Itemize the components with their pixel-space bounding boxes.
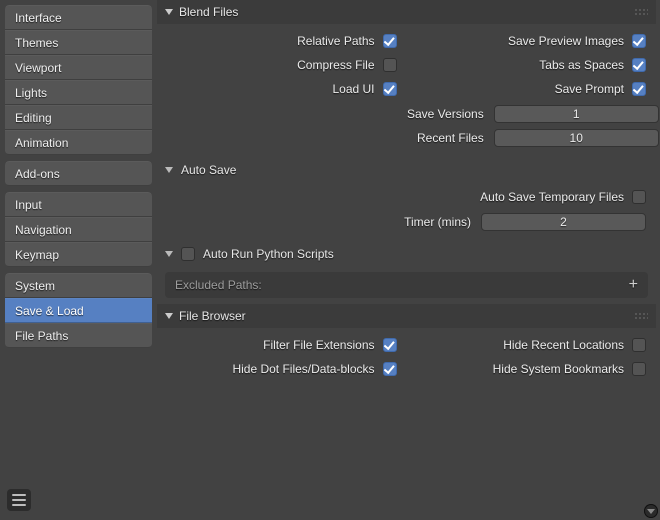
load-ui-checkbox[interactable] — [383, 82, 397, 96]
auto-run-python-checkbox[interactable] — [181, 247, 195, 261]
save-prompt-checkbox[interactable] — [632, 82, 646, 96]
disclosure-triangle-icon — [165, 167, 173, 173]
save-preview-images-checkbox[interactable] — [632, 34, 646, 48]
sidebar-item-editing[interactable]: Editing — [5, 105, 152, 130]
filter-file-extensions-label: Filter File Extensions — [263, 338, 374, 352]
disclosure-triangle-icon — [165, 313, 173, 319]
save-versions-field[interactable]: 1 — [494, 105, 659, 123]
subpanel-title: Auto Save — [181, 163, 236, 177]
panel-title: Blend Files — [179, 5, 238, 19]
load-ui-label: Load UI — [332, 82, 374, 96]
save-prompt-label: Save Prompt — [555, 82, 624, 96]
subpanel-title: Auto Run Python Scripts — [203, 247, 334, 261]
recent-files-field[interactable]: 10 — [494, 129, 659, 147]
hide-dot-files-data-blocks-label: Hide Dot Files/Data-blocks — [232, 362, 374, 376]
add-icon[interactable]: + — [629, 277, 638, 293]
subpanel-auto-save-header[interactable]: Auto Save — [157, 158, 656, 182]
sidebar-item-interface[interactable]: Interface — [5, 5, 152, 30]
sidebar-item-lights[interactable]: Lights — [5, 80, 152, 105]
filter-file-extensions-checkbox[interactable] — [383, 338, 397, 352]
preferences-content: Blend Files Relative Paths Compress File L… — [157, 0, 660, 520]
disclosure-triangle-icon — [165, 251, 173, 257]
hide-recent-locations-label: Hide Recent Locations — [503, 338, 624, 352]
sidebar-item-input[interactable]: Input — [5, 192, 152, 217]
panel-header-file-browser[interactable]: File Browser — [157, 304, 656, 328]
tabs-as-spaces-checkbox[interactable] — [632, 58, 646, 72]
tabs-as-spaces-label: Tabs as Spaces — [539, 58, 624, 72]
sidebar-item-navigation[interactable]: Navigation — [5, 217, 152, 242]
compress-file-label: Compress File — [297, 58, 374, 72]
save-versions-label: Save Versions — [407, 107, 484, 121]
panel-blend-files: Blend Files Relative Paths Compress File L… — [157, 0, 656, 158]
relative-paths-label: Relative Paths — [297, 34, 374, 48]
sidebar-item-viewport[interactable]: Viewport — [5, 55, 152, 80]
drag-handle-icon[interactable] — [634, 8, 648, 16]
excluded-paths-row: Excluded Paths: + — [165, 272, 648, 298]
sidebar-item-file-paths[interactable]: File Paths — [5, 323, 152, 348]
compress-file-checkbox[interactable] — [383, 58, 397, 72]
hide-dot-files-data-blocks-checkbox[interactable] — [383, 362, 397, 376]
save-preview-images-label: Save Preview Images — [508, 34, 624, 48]
disclosure-triangle-icon — [165, 9, 173, 15]
auto-save-temp-files-checkbox[interactable] — [632, 190, 646, 204]
panel-title: File Browser — [179, 309, 246, 323]
excluded-paths-label: Excluded Paths: — [175, 278, 262, 292]
hide-system-bookmarks-checkbox[interactable] — [632, 362, 646, 376]
timer-value-field[interactable]: 2 — [481, 213, 646, 231]
scroll-knob-icon[interactable] — [644, 504, 658, 518]
sidebar-item-system[interactable]: System — [5, 273, 152, 298]
panel-file-browser: File Browser Filter File Extensions Hide … — [157, 304, 656, 388]
relative-paths-checkbox[interactable] — [383, 34, 397, 48]
sidebar-item-keymap[interactable]: Keymap — [5, 242, 152, 267]
hamburger-icon[interactable] — [7, 489, 31, 511]
panel-header-blend-files[interactable]: Blend Files — [157, 0, 656, 24]
sidebar-item-save-load[interactable]: Save & Load — [5, 298, 152, 323]
drag-handle-icon[interactable] — [634, 312, 648, 320]
preferences-sidebar: InterfaceThemesViewportLightsEditingAnim… — [0, 0, 157, 520]
auto-save-temp-files-label: Auto Save Temporary Files — [480, 190, 624, 204]
hide-recent-locations-checkbox[interactable] — [632, 338, 646, 352]
timer-label: Timer (mins) — [404, 215, 471, 229]
sidebar-item-themes[interactable]: Themes — [5, 30, 152, 55]
sidebar-item-animation[interactable]: Animation — [5, 130, 152, 155]
subpanel-auto-run-header[interactable]: Auto Run Python Scripts — [157, 242, 656, 266]
sidebar-item-add-ons[interactable]: Add-ons — [5, 161, 152, 186]
hide-system-bookmarks-label: Hide System Bookmarks — [493, 362, 624, 376]
recent-files-label: Recent Files — [417, 131, 484, 145]
